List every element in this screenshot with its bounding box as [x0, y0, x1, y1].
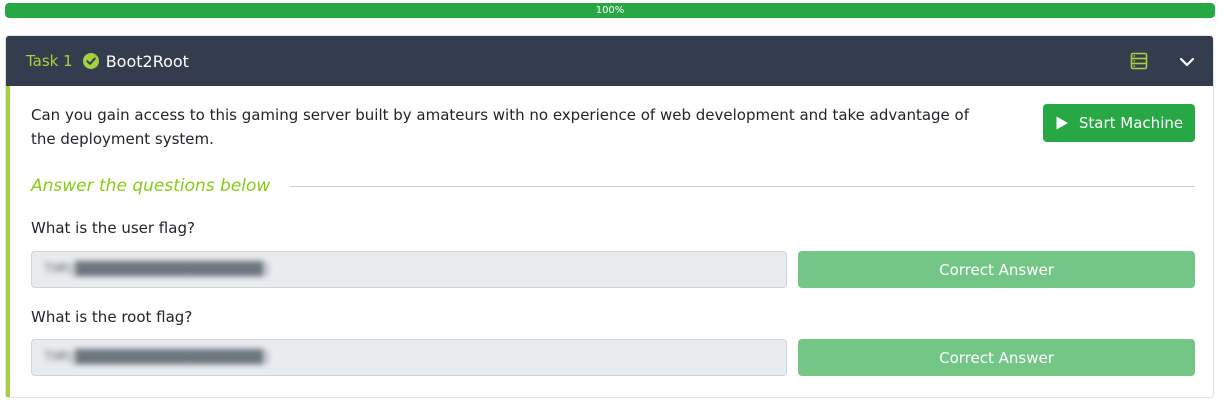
play-icon	[1055, 116, 1069, 130]
task-number: Task 1	[26, 52, 73, 70]
task-description: Can you gain access to this gaming serve…	[31, 106, 970, 148]
task-card: Task 1 Boot2Root Can you gain access to …	[5, 35, 1214, 398]
answer-input-root-flag[interactable]: THM{████████████████████████}	[31, 339, 787, 376]
answer-section-heading: Answer the questions below	[31, 176, 271, 196]
chevron-down-icon[interactable]	[1178, 54, 1196, 68]
answer-value: THM{████████████████████████}	[44, 262, 271, 277]
answer-value: THM{████████████████████████}	[44, 350, 271, 365]
question-label-root-flag: What is the root flag?	[31, 308, 193, 326]
correct-answer-button-root-flag[interactable]: Correct Answer	[798, 339, 1195, 376]
server-icon[interactable]	[1130, 52, 1148, 70]
progress-label: 100%	[595, 5, 625, 16]
progress-fill: 100%	[5, 3, 1215, 18]
question-label-user-flag: What is the user flag?	[31, 219, 195, 237]
correct-answer-button-user-flag[interactable]: Correct Answer	[798, 251, 1195, 288]
task-title: Boot2Root	[105, 51, 189, 71]
start-machine-button[interactable]: Start Machine	[1043, 104, 1195, 142]
start-machine-label: Start Machine	[1078, 114, 1184, 132]
check-circle-icon	[82, 53, 99, 69]
task-body: Can you gain access to this gaming serve…	[6, 86, 1213, 397]
progress-bar: 100%	[5, 3, 1215, 18]
task-header[interactable]: Task 1 Boot2Root	[6, 36, 1213, 86]
answer-input-user-flag[interactable]: THM{████████████████████████}	[31, 251, 787, 288]
section-divider	[290, 186, 1195, 187]
